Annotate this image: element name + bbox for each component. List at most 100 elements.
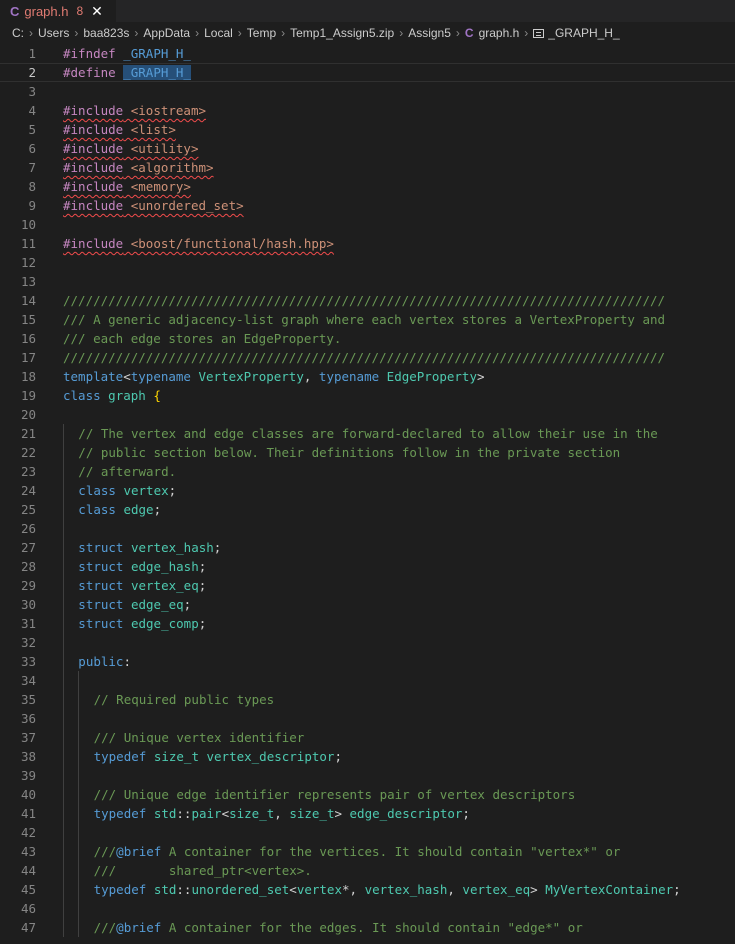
code-line[interactable]: 20 — [0, 405, 735, 424]
indent-guide — [63, 861, 64, 880]
indent-guide — [63, 652, 64, 671]
code-token: vertex_eq — [462, 882, 531, 897]
code-token: ; — [198, 616, 207, 631]
code-line[interactable]: 3 — [0, 82, 735, 101]
chevron-right-icon: › — [74, 26, 79, 40]
code-line[interactable]: 36 — [0, 709, 735, 728]
code-token: class — [78, 502, 116, 517]
code-token: ////////////////////////////////////////… — [63, 350, 666, 365]
breadcrumb-item[interactable]: Temp1_Assign5.zip — [290, 26, 394, 40]
code-token: size_t — [289, 806, 335, 821]
breadcrumb-item[interactable]: Temp — [247, 26, 276, 40]
tab-graph-h[interactable]: C graph.h 8 ✕ — [0, 0, 116, 22]
breadcrumb-item[interactable]: baa823s — [83, 26, 129, 40]
code-line[interactable]: 8 #include <memory> — [0, 177, 735, 196]
code-line[interactable]: 38 typedef size_t vertex_descriptor; — [0, 747, 735, 766]
code-line[interactable]: 24 class vertex; — [0, 481, 735, 500]
breadcrumb-item[interactable]: AppData — [143, 26, 190, 40]
code-line[interactable]: 27 struct vertex_hash; — [0, 538, 735, 557]
indent-guide — [63, 633, 64, 652]
code-text: #include <utility> — [63, 139, 198, 158]
code-text: typedef std::unordered_set<vertex*, vert… — [94, 880, 681, 899]
code-line[interactable]: 11 #include <boost/functional/hash.hpp> — [0, 234, 735, 253]
code-token: vertex — [296, 882, 342, 897]
code-line[interactable]: 13 — [0, 272, 735, 291]
code-token: , — [447, 882, 463, 897]
code-line[interactable]: 32 — [0, 633, 735, 652]
indent-guide — [78, 880, 80, 899]
code-line[interactable]: 14 //////////////////////////////////////… — [0, 291, 735, 310]
code-text: struct edge_comp; — [78, 614, 206, 633]
code-line[interactable]: 25 class edge; — [0, 500, 735, 519]
line-number: 26 — [20, 521, 36, 536]
code-line[interactable]: 44 /// shared_ptr<vertex>. — [0, 861, 735, 880]
code-token: /// Unique vertex identifier — [93, 730, 305, 745]
code-line[interactable]: 35 // Required public types — [0, 690, 735, 709]
code-line[interactable]: 15 /// A generic adjacency-list graph whe… — [0, 310, 735, 329]
code-line[interactable]: 47 ///@brief A container for the edges. I… — [0, 918, 735, 937]
code-line[interactable]: 18 template<typename VertexProperty, type… — [0, 367, 735, 386]
code-line[interactable]: 26 — [0, 519, 735, 538]
code-line[interactable]: 40 /// Unique edge identifier represents … — [0, 785, 735, 804]
breadcrumb-item[interactable]: Assign5 — [408, 26, 451, 40]
code-line[interactable]: 21 // The vertex and edge classes are for… — [0, 424, 735, 443]
code-token: #include — [63, 179, 124, 194]
code-token: , — [274, 806, 290, 821]
code-token: graph — [108, 388, 146, 403]
code-line[interactable]: 9 #include <unordered_set> — [0, 196, 735, 215]
code-line[interactable]: 17 //////////////////////////////////////… — [0, 348, 735, 367]
code-line[interactable]: 39 — [0, 766, 735, 785]
code-line[interactable]: 19 class graph { — [0, 386, 735, 405]
indent-guide — [63, 538, 64, 557]
code-line[interactable]: 16 /// each edge stores an EdgeProperty. — [0, 329, 735, 348]
code-line[interactable]: 7 #include <algorithm> — [0, 158, 735, 177]
code-line[interactable]: 43 ///@brief A container for the vertices… — [0, 842, 735, 861]
code-editor[interactable]: 1 #ifndef _GRAPH_H_ 2 #define _GRAPH_H_ 3 4 #i… — [0, 44, 735, 937]
indent-guide — [63, 918, 64, 937]
breadcrumb-item[interactable]: Local — [204, 26, 233, 40]
code-text: #include <memory> — [63, 177, 191, 196]
code-line[interactable]: 6 #include <utility> — [0, 139, 735, 158]
breadcrumb-item[interactable]: Users — [38, 26, 69, 40]
code-token: pair — [191, 806, 222, 821]
code-line[interactable]: 45 typedef std::unordered_set<vertex*, ve… — [0, 880, 735, 899]
line-number: 20 — [20, 407, 36, 422]
code-line[interactable]: 29 struct vertex_eq; — [0, 576, 735, 595]
line-number: 5 — [28, 122, 36, 137]
code-line[interactable]: 46 — [0, 899, 735, 918]
line-number: 12 — [20, 255, 36, 270]
breadcrumb-symbol[interactable]: _GRAPH_H_ — [548, 26, 619, 40]
code-line[interactable]: 41 typedef std::pair<size_t, size_t> edge… — [0, 804, 735, 823]
code-line[interactable]: 4 #include <iostream> — [0, 101, 735, 120]
code-line[interactable]: 22 // public section below. Their definit… — [0, 443, 735, 462]
code-line[interactable]: 23 // afterward. — [0, 462, 735, 481]
indent-guide — [63, 614, 64, 633]
indent-guide — [63, 443, 64, 462]
code-line[interactable]: 33 public: — [0, 652, 735, 671]
breadcrumb-file[interactable]: graph.h — [479, 26, 520, 40]
code-token: typedef — [93, 882, 147, 897]
code-token: edge — [123, 502, 154, 517]
code-line[interactable]: 2 #define _GRAPH_H_ — [0, 63, 735, 82]
close-icon[interactable]: ✕ — [91, 3, 103, 20]
code-line[interactable]: 28 struct edge_hash; — [0, 557, 735, 576]
code-line[interactable]: 1 #ifndef _GRAPH_H_ — [0, 44, 735, 63]
code-token: #include — [63, 103, 124, 118]
code-line[interactable]: 42 — [0, 823, 735, 842]
code-line[interactable]: 34 — [0, 671, 735, 690]
line-number: 44 — [20, 863, 36, 878]
indent-guide — [78, 709, 80, 728]
code-text: // The vertex and edge classes are forwa… — [78, 424, 657, 443]
code-line[interactable]: 31 struct edge_comp; — [0, 614, 735, 633]
code-token: class — [63, 388, 101, 403]
code-line[interactable]: 37 /// Unique vertex identifier — [0, 728, 735, 747]
code-line[interactable]: 12 — [0, 253, 735, 272]
code-line[interactable]: 30 struct edge_eq; — [0, 595, 735, 614]
code-line[interactable]: 10 — [0, 215, 735, 234]
code-line[interactable]: 5 #include <list> — [0, 120, 735, 139]
line-number: 23 — [20, 464, 36, 479]
breadcrumb-item[interactable]: C: — [12, 26, 24, 40]
line-number: 3 — [28, 84, 36, 99]
line-number: 37 — [20, 730, 36, 745]
